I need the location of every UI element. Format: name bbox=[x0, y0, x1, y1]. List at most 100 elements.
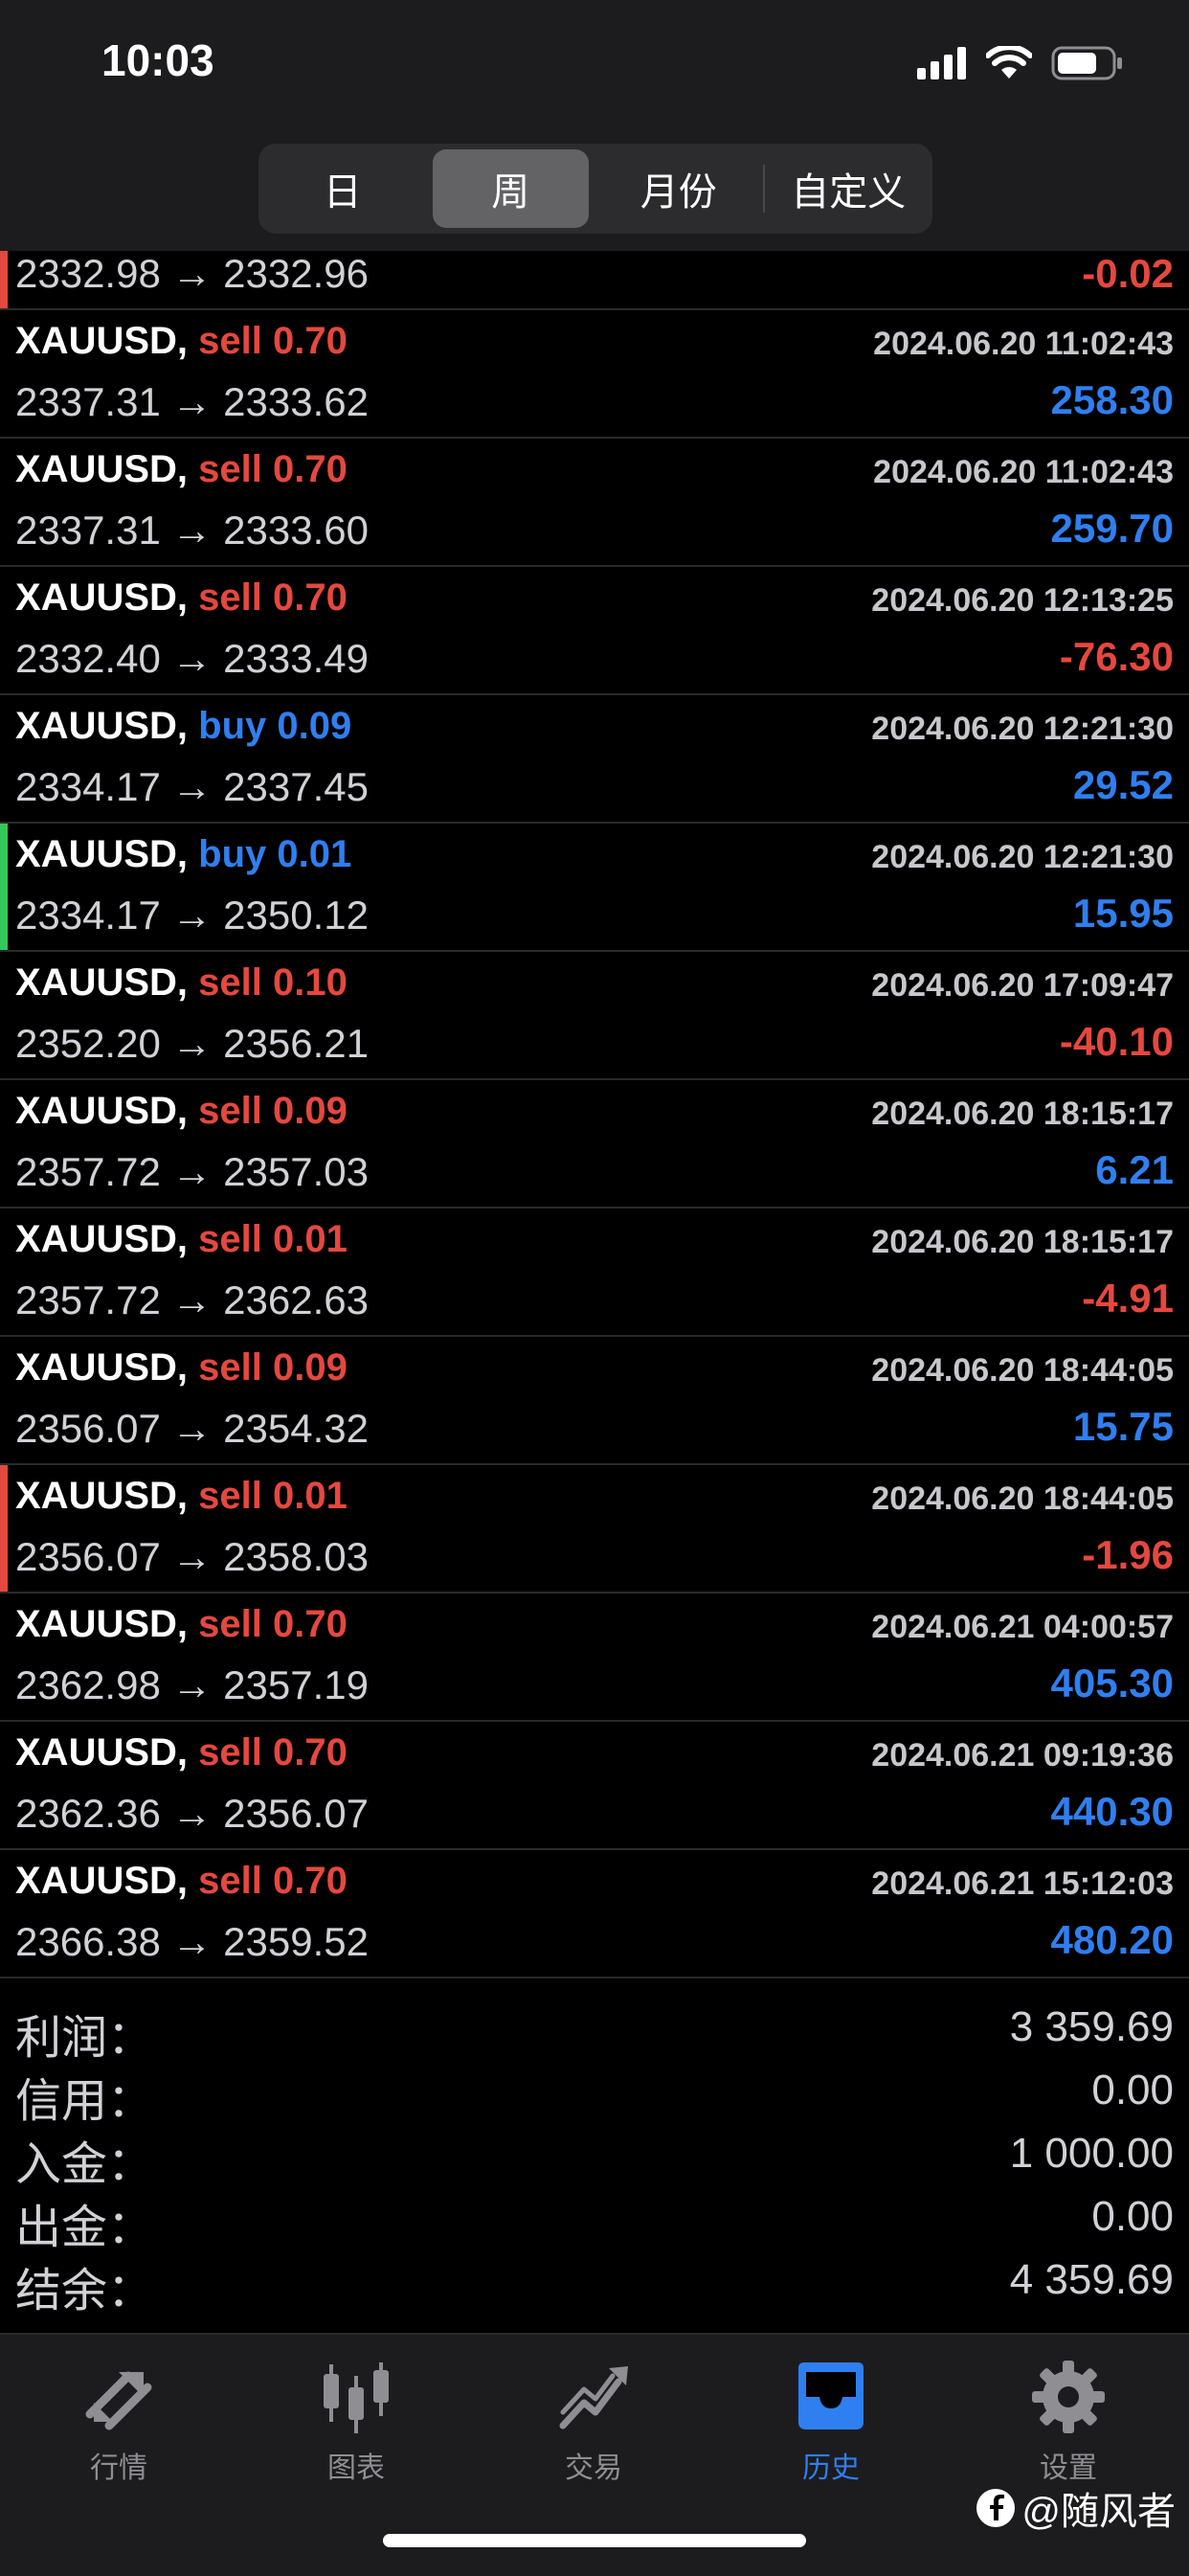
trade-profit: -1.96 bbox=[1082, 1532, 1174, 1577]
trade-symbol: XAUUSD, bbox=[15, 705, 189, 747]
trade-profit: 29.52 bbox=[1072, 762, 1174, 807]
tab-label: 图表 bbox=[327, 2452, 385, 2484]
trade-time: 2024.06.20 18:44:05 bbox=[871, 1352, 1174, 1389]
trade-prices: 2366.38 → 2359.52 bbox=[15, 1919, 369, 1964]
trade-symbol: XAUUSD, bbox=[15, 1346, 189, 1389]
trade-time: 2024.06.20 18:15:17 bbox=[871, 1224, 1174, 1260]
trade-history-list: 2332.98 → 2332.96 -0.02 XAUUSD, sell 0.7… bbox=[0, 251, 1189, 1978]
trade-side-volume: sell 0.70 bbox=[198, 320, 348, 362]
trade-symbol: XAUUSD, bbox=[15, 1603, 189, 1645]
trade-symbol-line: XAUUSD, sell 0.70 bbox=[15, 576, 348, 620]
trade-profit: 15.95 bbox=[1072, 891, 1174, 936]
segment-day[interactable]: 日 bbox=[264, 149, 421, 228]
trade-symbol-line: XAUUSD, sell 0.01 bbox=[15, 1218, 348, 1261]
tab-history[interactable]: 历史 bbox=[735, 2354, 927, 2486]
trade-profit: 258.30 bbox=[1050, 377, 1174, 422]
trade-prices: 2334.17 → 2350.12 bbox=[15, 893, 369, 938]
trade-side-volume: sell 0.09 bbox=[198, 1346, 348, 1389]
trade-profit: 480.20 bbox=[1050, 1917, 1174, 1962]
trade-row[interactable]: XAUUSD, sell 0.70 2024.06.21 09:19:36 2362… bbox=[0, 1722, 1189, 1850]
trade-time: 2024.06.20 18:44:05 bbox=[871, 1480, 1174, 1517]
trade-trend-icon bbox=[559, 2366, 628, 2429]
trade-side-volume: sell 0.01 bbox=[198, 1475, 348, 1517]
trade-time: 2024.06.20 12:21:30 bbox=[871, 711, 1174, 747]
trade-symbol-line: XAUUSD, sell 0.70 bbox=[15, 1603, 348, 1646]
trade-row[interactable]: XAUUSD, sell 0.70 2024.06.20 11:02:43 2337… bbox=[0, 310, 1189, 439]
summary-credit: 信用： 0.00 bbox=[0, 2057, 1189, 2127]
trade-symbol: XAUUSD, bbox=[15, 833, 189, 875]
trade-row[interactable]: XAUUSD, sell 0.70 2024.06.21 04:00:57 2362… bbox=[0, 1593, 1189, 1722]
trade-symbol-line: XAUUSD, buy 0.09 bbox=[15, 705, 351, 748]
tab-label: 历史 bbox=[802, 2452, 860, 2484]
trade-row[interactable]: XAUUSD, sell 0.09 2024.06.20 18:15:17 2357… bbox=[0, 1080, 1189, 1209]
social-logo-icon bbox=[976, 2489, 1016, 2527]
tab-settings[interactable]: 设置 bbox=[973, 2354, 1164, 2486]
tab-trade[interactable]: 交易 bbox=[498, 2354, 689, 2486]
trade-side-volume: sell 0.70 bbox=[198, 576, 348, 619]
tab-charts[interactable]: 图表 bbox=[260, 2354, 452, 2486]
trade-profit: 6.21 bbox=[1095, 1147, 1174, 1192]
trade-time: 2024.06.20 11:02:43 bbox=[873, 326, 1174, 362]
trade-row[interactable]: XAUUSD, sell 0.01 2024.06.20 18:44:05 2356… bbox=[0, 1465, 1189, 1593]
trade-row-partial[interactable]: 2332.98 → 2332.96 -0.02 bbox=[0, 251, 1189, 310]
trade-symbol-line: XAUUSD, sell 0.09 bbox=[15, 1090, 348, 1133]
summary-value: 4 359.69 bbox=[1009, 2256, 1174, 2303]
trade-prices: 2356.07 → 2358.03 bbox=[15, 1534, 369, 1579]
trade-side-volume: sell 0.09 bbox=[198, 1090, 348, 1132]
trade-symbol: XAUUSD, bbox=[15, 320, 189, 362]
segment-custom[interactable]: 自定义 bbox=[771, 149, 928, 228]
trade-profit: 405.30 bbox=[1050, 1661, 1174, 1706]
trade-profit: 259.70 bbox=[1050, 506, 1174, 551]
trade-prices: 2362.98 → 2357.19 bbox=[15, 1662, 369, 1707]
tab-label: 交易 bbox=[565, 2452, 622, 2484]
summary-value: 0.00 bbox=[1091, 2193, 1174, 2240]
trade-time: 2024.06.20 12:13:25 bbox=[871, 582, 1174, 619]
segment-week[interactable]: 周 bbox=[432, 149, 589, 228]
trade-time: 2024.06.20 11:02:43 bbox=[873, 454, 1174, 490]
wifi-icon bbox=[986, 46, 1032, 79]
header: 10:03 日 周 月份 自定义 bbox=[0, 0, 1189, 251]
trade-symbol-line: XAUUSD, sell 0.70 bbox=[15, 1860, 348, 1903]
trade-time: 2024.06.21 04:00:57 bbox=[871, 1609, 1174, 1645]
trade-symbol-line: XAUUSD, buy 0.01 bbox=[15, 833, 351, 876]
trade-time: 2024.06.21 15:12:03 bbox=[871, 1865, 1174, 1902]
trade-symbol: XAUUSD, bbox=[15, 1860, 189, 1902]
trade-prices: 2337.31 → 2333.62 bbox=[15, 379, 369, 424]
trade-row[interactable]: XAUUSD, sell 0.70 2024.06.20 12:13:25 2332… bbox=[0, 567, 1189, 695]
trade-symbol: XAUUSD, bbox=[15, 961, 189, 1004]
status-time: 10:03 bbox=[101, 35, 214, 85]
segment-month[interactable]: 月份 bbox=[600, 149, 757, 228]
trade-side-volume: sell 0.70 bbox=[198, 1731, 348, 1774]
trade-symbol-line: XAUUSD, sell 0.01 bbox=[15, 1475, 348, 1518]
trade-time: 2024.06.20 12:21:30 bbox=[871, 839, 1174, 875]
trade-symbol-line: XAUUSD, sell 0.09 bbox=[15, 1346, 348, 1390]
trade-row[interactable]: XAUUSD, sell 0.10 2024.06.20 17:09:47 2352… bbox=[0, 952, 1189, 1080]
segment-divider bbox=[762, 165, 765, 213]
trade-prices: 2334.17 → 2337.45 bbox=[15, 764, 369, 809]
home-indicator[interactable] bbox=[383, 2534, 806, 2547]
summary-value: 3 359.69 bbox=[1009, 2003, 1174, 2050]
trade-symbol-line: XAUUSD, sell 0.70 bbox=[15, 320, 348, 363]
trade-prices: 2357.72 → 2357.03 bbox=[15, 1149, 369, 1194]
summary-withdrawal: 出金： 0.00 bbox=[0, 2183, 1189, 2253]
trade-symbol: XAUUSD, bbox=[15, 1218, 189, 1260]
trade-prices: 2332.40 → 2333.49 bbox=[15, 636, 369, 681]
quotes-arrows-icon bbox=[85, 2371, 152, 2430]
row-accent-bar bbox=[0, 824, 8, 950]
summary-value: 1 000.00 bbox=[1009, 2130, 1174, 2177]
trade-row[interactable]: XAUUSD, sell 0.70 2024.06.21 15:12:03 2366… bbox=[0, 1850, 1189, 1978]
tab-label: 行情 bbox=[90, 2452, 147, 2484]
trade-symbol-line: XAUUSD, sell 0.10 bbox=[15, 961, 348, 1005]
trade-profit: -0.02 bbox=[1082, 251, 1174, 296]
trade-row[interactable]: XAUUSD, buy 0.09 2024.06.20 12:21:30 2334.… bbox=[0, 695, 1189, 824]
cellular-signal-icon bbox=[917, 47, 966, 79]
tab-quotes[interactable]: 行情 bbox=[23, 2354, 214, 2486]
period-segmented-control: 日 周 月份 自定义 bbox=[258, 144, 932, 234]
trade-row[interactable]: XAUUSD, sell 0.09 2024.06.20 18:44:05 2356… bbox=[0, 1337, 1189, 1465]
trade-row[interactable]: XAUUSD, sell 0.70 2024.06.20 11:02:43 2337… bbox=[0, 439, 1189, 567]
trade-profit: -4.91 bbox=[1082, 1276, 1174, 1321]
row-accent-bar bbox=[0, 1465, 8, 1592]
trade-row[interactable]: XAUUSD, buy 0.01 2024.06.20 12:21:30 2334.… bbox=[0, 824, 1189, 952]
trade-symbol-line: XAUUSD, sell 0.70 bbox=[15, 448, 348, 491]
trade-row[interactable]: XAUUSD, sell 0.01 2024.06.20 18:15:17 2357… bbox=[0, 1209, 1189, 1337]
